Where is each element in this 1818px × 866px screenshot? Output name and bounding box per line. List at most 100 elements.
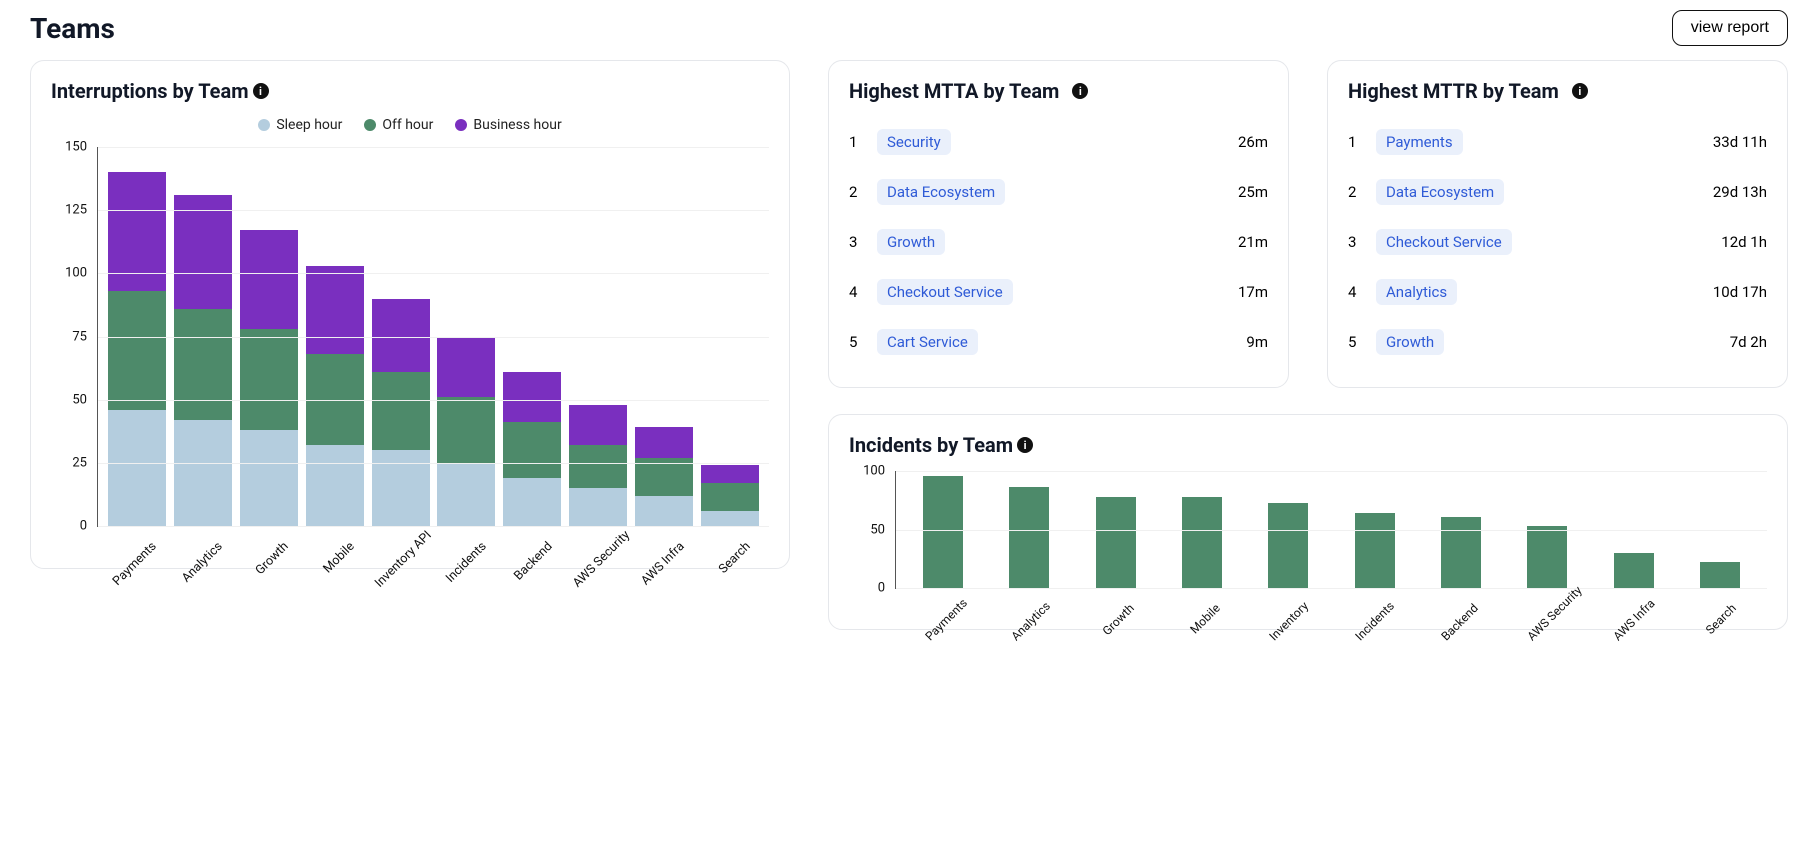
rank-row: 4 Checkout Service 17m: [849, 267, 1268, 317]
mttr-card: Highest MTTR by Team i 1Payments33d 11h2…: [1327, 60, 1788, 388]
x-label: Inventory API: [372, 539, 424, 591]
page-title: Teams: [30, 12, 115, 45]
bar-segment: [240, 329, 298, 430]
bar[interactable]: [306, 266, 364, 526]
bar[interactable]: [569, 405, 627, 526]
bar[interactable]: [174, 195, 232, 526]
x-label: Search: [702, 539, 754, 591]
bar[interactable]: [635, 427, 693, 526]
info-icon[interactable]: i: [1072, 83, 1088, 99]
info-icon[interactable]: i: [1017, 437, 1033, 453]
title-text: Incidents by Team: [849, 433, 1013, 457]
team-chip[interactable]: Checkout Service: [1376, 229, 1512, 255]
interruptions-chart: 0255075100125150 PaymentsAnalyticsGrowth…: [51, 147, 769, 548]
team-chip[interactable]: Data Ecosystem: [877, 179, 1005, 205]
legend-item-off: Off hour: [364, 117, 433, 133]
bar[interactable]: [1009, 487, 1049, 588]
rank-value: 29d 13h: [1713, 183, 1767, 201]
legend-label: Sleep hour: [276, 117, 342, 133]
rank-row: 1Payments33d 11h: [1348, 117, 1767, 167]
bar[interactable]: [1441, 517, 1481, 588]
bar[interactable]: [1096, 497, 1136, 588]
x-label: Inventory: [1266, 601, 1308, 643]
rank-value: 17m: [1238, 283, 1268, 301]
x-label: Growth: [240, 539, 292, 591]
legend: Sleep hour Off hour Business hour: [51, 117, 769, 133]
bar-segment: [503, 372, 561, 423]
bar[interactable]: [437, 337, 495, 526]
info-icon[interactable]: i: [253, 83, 269, 99]
bar[interactable]: [1268, 503, 1308, 588]
rank-value: 7d 2h: [1730, 333, 1767, 351]
bar[interactable]: [503, 372, 561, 526]
mtta-list: 1Security26m2Data Ecosystem25m3Growth21m…: [849, 117, 1268, 367]
rank-value: 26m: [1238, 133, 1268, 151]
card-title: Interruptions by Team i: [51, 79, 769, 103]
y-tick: 0: [849, 581, 885, 596]
team-chip[interactable]: Analytics: [1376, 279, 1457, 305]
bar-segment: [437, 463, 495, 526]
mttr-list: 1Payments33d 11h2Data Ecosystem29d 13h3C…: [1348, 117, 1767, 367]
x-label: Incidents: [438, 539, 490, 591]
card-title: Highest MTTR by Team i: [1348, 79, 1767, 103]
bar[interactable]: [1355, 513, 1395, 588]
rank-number: 1: [1348, 133, 1362, 151]
bar-segment: [701, 483, 759, 511]
bar[interactable]: [923, 476, 963, 588]
y-tick: 125: [51, 203, 87, 218]
legend-item-business: Business hour: [455, 117, 561, 133]
bar-segment: [108, 291, 166, 410]
bar[interactable]: [1614, 553, 1654, 588]
team-chip[interactable]: Security: [877, 129, 951, 155]
x-label: Growth: [1094, 601, 1136, 643]
bar-segment: [635, 496, 693, 526]
rank-row: 5Cart Service9m: [849, 317, 1268, 367]
rank-row: 4Analytics10d 17h: [1348, 267, 1767, 317]
bar-segment: [240, 430, 298, 526]
incidents-chart: 050100 PaymentsAnalyticsGrowthMobileInve…: [849, 471, 1767, 609]
rank-row: 3Growth21m: [849, 217, 1268, 267]
bar-segment: [372, 299, 430, 372]
bar-segment: [437, 397, 495, 463]
title-text: Interruptions by Team: [51, 79, 249, 103]
bar[interactable]: [701, 465, 759, 526]
legend-item-sleep: Sleep hour: [258, 117, 342, 133]
bar[interactable]: [1527, 526, 1567, 588]
rank-number: 4: [849, 283, 863, 301]
y-tick: 0: [51, 519, 87, 534]
team-chip[interactable]: Payments: [1376, 129, 1463, 155]
info-icon[interactable]: i: [1572, 83, 1588, 99]
team-chip[interactable]: Checkout Service: [877, 279, 1013, 305]
card-title: Highest MTTA by Team i: [849, 79, 1268, 103]
x-label: Analytics: [174, 539, 226, 591]
bar-segment: [569, 488, 627, 526]
y-tick: 50: [51, 392, 87, 407]
team-chip[interactable]: Growth: [877, 229, 945, 255]
swatch-icon: [364, 119, 376, 131]
rank-value: 10d 17h: [1713, 283, 1767, 301]
x-label: AWS Security: [1524, 601, 1566, 643]
bar-segment: [174, 309, 232, 420]
y-tick: 50: [849, 522, 885, 537]
view-report-button[interactable]: view report: [1672, 10, 1788, 46]
team-chip[interactable]: Data Ecosystem: [1376, 179, 1504, 205]
team-chip[interactable]: Cart Service: [877, 329, 978, 355]
bar-segment: [503, 478, 561, 526]
x-label: Payments: [108, 539, 160, 591]
bar-segment: [437, 337, 495, 398]
y-tick: 75: [51, 329, 87, 344]
bar[interactable]: [1182, 497, 1222, 588]
rank-value: 21m: [1238, 233, 1268, 251]
rank-number: 2: [849, 183, 863, 201]
title-text: Highest MTTR by Team: [1348, 79, 1559, 103]
legend-label: Business hour: [473, 117, 561, 133]
x-label: Backend: [504, 539, 556, 591]
bar[interactable]: [1700, 562, 1740, 588]
bar[interactable]: [372, 299, 430, 526]
bar[interactable]: [108, 172, 166, 526]
rank-row: 3Checkout Service12d 1h: [1348, 217, 1767, 267]
team-chip[interactable]: Growth: [1376, 329, 1444, 355]
bar[interactable]: [240, 230, 298, 526]
swatch-icon: [455, 119, 467, 131]
x-label: Analytics: [1008, 601, 1050, 643]
